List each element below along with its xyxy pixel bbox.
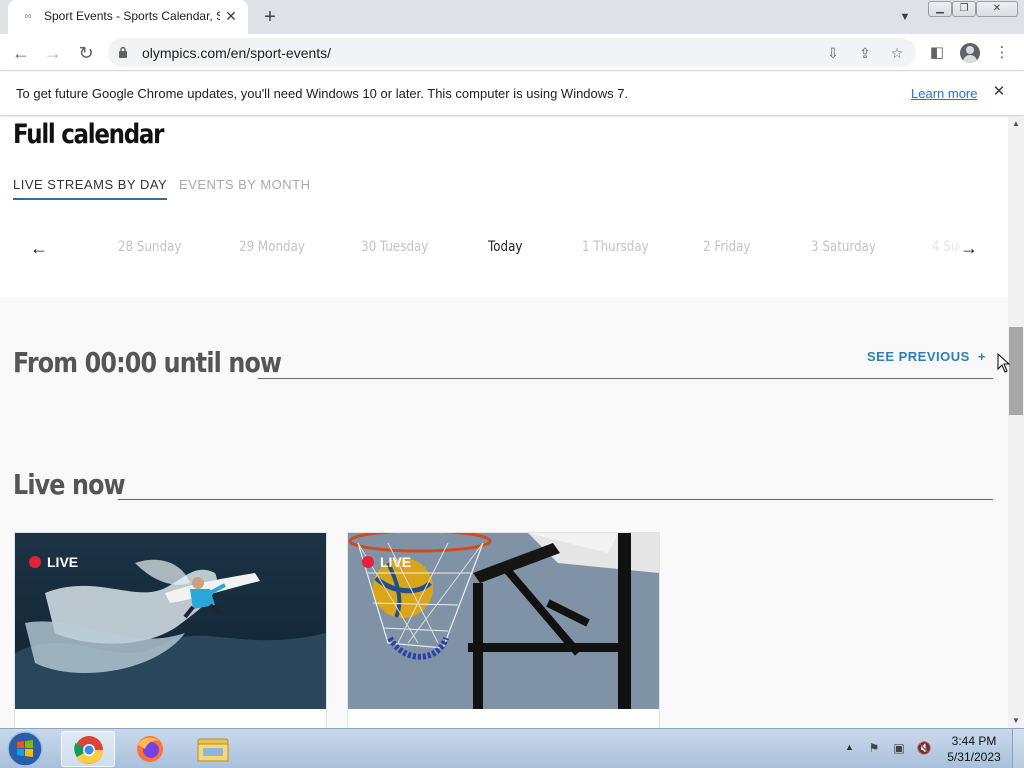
live-label: LIVE xyxy=(47,554,79,570)
firefox-icon xyxy=(137,736,163,762)
scroll-down-arrow-icon[interactable]: ▼ xyxy=(1008,714,1024,728)
day-item[interactable]: 3 Saturday xyxy=(811,239,876,255)
next-day-arrow-icon[interactable]: → xyxy=(958,237,980,259)
section-divider xyxy=(118,499,993,500)
browser-tab[interactable]: ∞ Sport Events - Sports Calendar, S ✕ xyxy=(8,0,248,34)
network-icon[interactable]: ▣ xyxy=(891,740,907,756)
tab-events-by-month[interactable]: EVENTS BY MONTH xyxy=(179,177,311,192)
scroll-up-arrow-icon[interactable]: ▲ xyxy=(1008,117,1024,131)
see-previous-label: SEE PREVIOUS xyxy=(867,349,970,364)
system-clock[interactable]: 3:44 PM 5/31/2023 xyxy=(942,733,1006,765)
vertical-scrollbar[interactable]: ▲ ▼ xyxy=(1008,117,1024,728)
reload-icon[interactable]: ↻ xyxy=(73,40,99,66)
live-stream-card[interactable]: LIVE xyxy=(14,532,327,728)
windows-taskbar: ▲ ⚑ ▣ 🔇 3:44 PM 5/31/2023 xyxy=(0,728,1024,768)
tab-title: Sport Events - Sports Calendar, S xyxy=(44,9,220,23)
section-title-previous: From 00:00 until now xyxy=(13,346,282,379)
bookmark-star-icon[interactable]: ☆ xyxy=(888,44,906,62)
calendar-header: Full calendar LIVE STREAMS BY DAY EVENTS… xyxy=(0,117,1008,297)
url-text[interactable]: olympics.com/en/sport-events/ xyxy=(142,45,331,61)
share-icon[interactable]: ⇪ xyxy=(856,44,874,62)
window-close-button[interactable]: ✕ xyxy=(976,1,1018,17)
day-item-today[interactable]: Today xyxy=(488,239,522,255)
live-stream-card[interactable]: LIVE xyxy=(347,532,660,728)
live-label: LIVE xyxy=(380,554,412,570)
tray-overflow-arrow-icon[interactable]: ▲ xyxy=(845,742,854,752)
clock-date: 5/31/2023 xyxy=(947,750,1001,764)
live-badge: LIVE xyxy=(362,554,411,570)
live-dot-icon xyxy=(362,556,374,568)
volume-muted-icon[interactable]: 🔇 xyxy=(916,740,932,756)
windows-start-button[interactable] xyxy=(4,730,46,768)
live-badge: LIVE xyxy=(29,554,78,570)
profile-avatar-icon[interactable] xyxy=(960,43,980,63)
tab-search-chevron-icon[interactable]: ▼ xyxy=(896,8,914,26)
taskbar-firefox[interactable] xyxy=(123,731,177,767)
day-selector: 28 Sunday 29 Monday 30 Tuesday Today 1 T… xyxy=(60,237,960,259)
show-desktop-button[interactable] xyxy=(1012,729,1024,768)
day-item[interactable]: 28 Sunday xyxy=(118,239,181,255)
side-panel-icon[interactable]: ◧ xyxy=(927,43,947,63)
learn-more-link[interactable]: Learn more xyxy=(911,86,977,101)
plus-icon: + xyxy=(977,349,986,364)
forward-arrow-icon[interactable]: → xyxy=(40,40,66,66)
update-infobar: To get future Google Chrome updates, you… xyxy=(0,72,1024,116)
menu-kebab-icon[interactable]: ⋮ xyxy=(992,43,1012,63)
live-dot-icon xyxy=(29,556,41,568)
browser-toolbar: ← → ↻ olympics.com/en/sport-events/ ⇩ ⇪ … xyxy=(0,34,1024,71)
action-center-flag-icon[interactable]: ⚑ xyxy=(866,740,882,756)
file-explorer-icon xyxy=(197,738,229,762)
tab-live-streams-by-day[interactable]: LIVE STREAMS BY DAY xyxy=(13,177,168,200)
day-item[interactable]: 29 Monday xyxy=(239,239,305,255)
window-minimize-button[interactable]: ▁ xyxy=(928,1,952,17)
tab-close-icon[interactable]: ✕ xyxy=(222,7,240,25)
day-item[interactable]: 2 Friday xyxy=(703,239,750,255)
new-tab-button[interactable]: + xyxy=(258,5,282,29)
prev-day-arrow-icon[interactable]: ← xyxy=(28,237,50,259)
day-item[interactable]: 30 Tuesday xyxy=(361,239,428,255)
back-arrow-icon[interactable]: ← xyxy=(8,40,34,66)
day-item[interactable]: 1 Thursday xyxy=(582,239,649,255)
lock-icon[interactable] xyxy=(118,46,128,58)
page-title: Full calendar xyxy=(13,119,164,150)
section-divider xyxy=(258,378,993,379)
scrollbar-thumb[interactable] xyxy=(1009,327,1023,415)
address-bar[interactable]: olympics.com/en/sport-events/ ⇩ ⇪ ☆ xyxy=(108,38,916,67)
window-restore-button[interactable]: ❐ xyxy=(952,1,976,17)
taskbar-file-explorer[interactable] xyxy=(185,731,239,767)
install-icon[interactable]: ⇩ xyxy=(824,44,842,62)
page-content: Full calendar LIVE STREAMS BY DAY EVENTS… xyxy=(0,117,1008,728)
section-title-live: Live now xyxy=(13,468,126,501)
clock-time: 3:44 PM xyxy=(951,734,997,748)
day-item[interactable]: 4 Sunday xyxy=(932,239,960,255)
olympic-rings-icon: ∞ xyxy=(24,11,32,22)
infobar-close-icon[interactable]: ✕ xyxy=(990,83,1008,101)
infobar-message: To get future Google Chrome updates, you… xyxy=(16,86,629,101)
see-previous-button[interactable]: SEE PREVIOUS + xyxy=(867,349,986,364)
mouse-cursor-icon xyxy=(997,353,1011,373)
tab-strip: ∞ Sport Events - Sports Calendar, S ✕ + … xyxy=(0,0,1024,34)
chrome-icon xyxy=(74,736,103,764)
taskbar-chrome[interactable] xyxy=(61,731,115,767)
